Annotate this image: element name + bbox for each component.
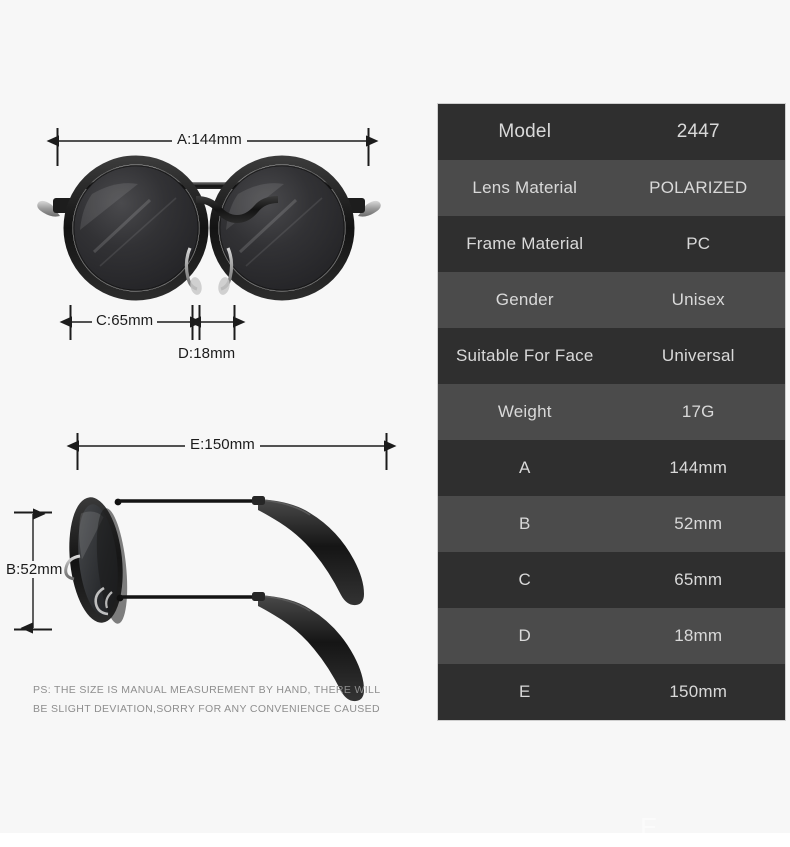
dimension-d-line [188, 305, 246, 340]
spec-key: Weight [497, 402, 552, 421]
spec-key: Model [498, 121, 552, 142]
spec-key: Suitable For Face [455, 346, 594, 365]
sunglasses-front-view [37, 155, 381, 301]
specification-table: Model 2447 Lens Material POLARIZED Frame Mat… [437, 103, 786, 721]
measurement-disclaimer: PS: THE SIZE IS MANUAL MEASUREMENT BY HA… [33, 681, 403, 719]
product-diagram-area: A:144mm C:65mm D:18mm E:150mm B:52mm PS:… [0, 0, 430, 847]
dimension-a-label: A:144mm [172, 131, 247, 148]
spec-value: Unisex [671, 290, 725, 309]
spec-value: PC [686, 234, 711, 253]
spec-value: 65mm [674, 570, 723, 589]
spec-value: 52mm [674, 514, 723, 533]
spec-row: A 144mm [438, 440, 785, 496]
spec-key: Gender [495, 290, 554, 309]
spec-value: Universal [661, 346, 735, 365]
spec-row: Gender Unisex [438, 272, 785, 328]
dimension-c-label: C:65mm [92, 312, 158, 329]
spec-value: 17G [681, 402, 715, 421]
spec-sheet-page: A:144mm C:65mm D:18mm E:150mm B:52mm PS:… [0, 0, 790, 847]
spec-row: E 150mm [438, 664, 785, 720]
spec-row: Weight 17G [438, 384, 785, 440]
spec-key: A [518, 458, 531, 477]
spec-key: C [518, 570, 531, 589]
spec-row: Model 2447 [438, 104, 785, 160]
spec-key: E [518, 682, 531, 701]
spec-key: D [518, 626, 531, 645]
dimension-b-label: B:52mm [4, 561, 65, 578]
spec-value: POLARIZED [649, 178, 748, 197]
bottom-edge [0, 833, 790, 847]
spec-value: 2447 [676, 121, 720, 142]
dimension-d-label: D:18mm [178, 345, 236, 362]
spec-key: Lens Material [472, 178, 578, 197]
diagram-svg [14, 128, 397, 702]
spec-row: Suitable For Face Universal [438, 328, 785, 384]
spec-value: 144mm [669, 458, 728, 477]
spec-row: D 18mm [438, 608, 785, 664]
disclaimer-line-2: BE SLIGHT DEVIATION,SORRY FOR ANY CONVEN… [33, 703, 380, 715]
spec-row: Lens Material POLARIZED [438, 160, 785, 216]
dimension-e-label: E:150mm [185, 436, 260, 453]
disclaimer-line-1: PS: THE SIZE IS MANUAL MEASUREMENT BY HA… [33, 684, 381, 696]
spec-value: 18mm [674, 626, 723, 645]
sunglasses-side-view [64, 496, 364, 702]
spec-row: Frame Material PC [438, 216, 785, 272]
spec-key: B [518, 514, 531, 533]
spec-value: 150mm [669, 682, 728, 701]
spec-row: B 52mm [438, 496, 785, 552]
spec-key: Frame Material [466, 234, 584, 253]
spec-row: C 65mm [438, 552, 785, 608]
